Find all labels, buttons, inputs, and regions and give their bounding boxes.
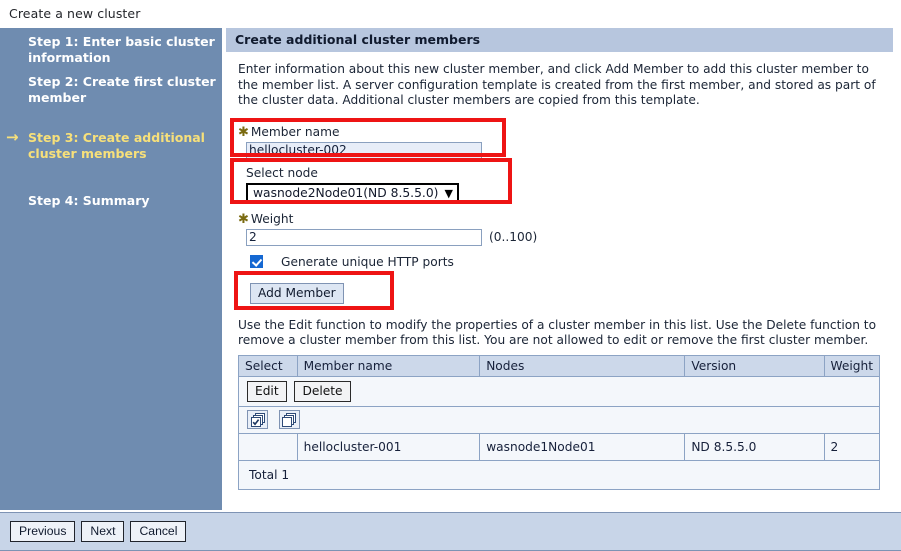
table-row[interactable]: hellocluster-001 wasnode1Node01 ND 8.5.5…	[238, 432, 881, 461]
column-header-weight: Weight	[823, 354, 881, 377]
previous-button[interactable]: Previous	[10, 521, 76, 542]
select-node-label: Select node	[246, 165, 318, 180]
member-name-label: ✱ Member name	[238, 125, 881, 140]
generate-ports-checkbox[interactable]	[250, 255, 263, 268]
required-marker-icon: ✱	[238, 124, 249, 140]
delete-button[interactable]: Delete	[294, 380, 351, 402]
table-header-row: Select Member name Nodes Version Weight	[238, 354, 881, 377]
member-name-label-text: Member name	[250, 124, 340, 139]
step-navigation: Step 1: Enter basic cluster information …	[0, 28, 224, 510]
weight-input[interactable]	[246, 228, 482, 246]
generate-ports-label: Generate unique HTTP ports	[281, 254, 454, 269]
members-table: Edit Delete Select Member name Nodes Ver…	[238, 354, 881, 490]
sidebar-item-step-2[interactable]: Step 2: Create first cluster member	[28, 74, 218, 105]
table-icons-row	[238, 405, 880, 434]
cancel-button[interactable]: Cancel	[130, 521, 187, 542]
cell-nodes: wasnode1Node01	[479, 432, 686, 461]
chevron-down-icon: ▼	[444, 186, 453, 200]
column-header-member-name: Member name	[296, 354, 481, 377]
select-node-value: wasnode2Node01(ND 8.5.5.0)	[253, 186, 439, 200]
table-icons-cell	[238, 405, 880, 434]
sidebar-item-step-3[interactable]: Step 3: Create additional cluster member…	[28, 130, 218, 161]
weight-label-text: Weight	[250, 211, 294, 226]
select-node-dropdown[interactable]: wasnode2Node01(ND 8.5.5.0) ▼	[246, 182, 459, 204]
weight-label: ✱ Weight	[238, 212, 881, 227]
cell-member-name: hellocluster-001	[296, 432, 481, 461]
table-total-label: Total 1	[238, 459, 880, 490]
content-panel: Create additional cluster members Enter …	[226, 28, 893, 510]
required-marker-icon-weight: ✱	[238, 211, 249, 227]
cell-select[interactable]	[238, 432, 298, 461]
page-title: Create a new cluster	[9, 6, 141, 21]
add-member-button[interactable]: Add Member	[250, 282, 344, 304]
column-header-version: Version	[684, 354, 825, 377]
deselect-all-icon[interactable]	[278, 410, 300, 429]
panel-title: Create additional cluster members	[226, 28, 893, 52]
cell-weight: 2	[823, 432, 881, 461]
edit-button[interactable]: Edit	[247, 380, 287, 402]
table-help-description: Use the Edit function to modify the prop…	[238, 317, 877, 348]
wizard-body: Step 1: Enter basic cluster information …	[0, 28, 901, 510]
weight-range-hint: (0..100)	[489, 230, 538, 244]
table-toolbar-cell: Edit Delete	[238, 375, 880, 407]
action-bar: Previous Next Cancel	[0, 512, 901, 551]
table-footer-row: Total 1	[238, 459, 880, 490]
select-all-icon[interactable]	[247, 410, 268, 429]
column-header-nodes: Nodes	[479, 354, 686, 377]
cell-version: ND 8.5.5.0	[684, 432, 825, 461]
sidebar-item-step-1[interactable]: Step 1: Enter basic cluster information	[28, 34, 218, 65]
sidebar-item-step-4[interactable]: Step 4: Summary	[28, 193, 218, 209]
panel-inner: Enter information about this new cluster…	[226, 52, 893, 490]
generate-ports-row[interactable]: Generate unique HTTP ports	[250, 255, 881, 269]
arrow-right-icon: →	[6, 128, 19, 146]
next-button[interactable]: Next	[81, 521, 125, 542]
column-header-select: Select	[238, 354, 298, 377]
member-name-input[interactable]	[246, 141, 482, 159]
intro-description: Enter information about this new cluster…	[238, 62, 876, 107]
table-toolbar-row: Edit Delete	[238, 375, 880, 407]
